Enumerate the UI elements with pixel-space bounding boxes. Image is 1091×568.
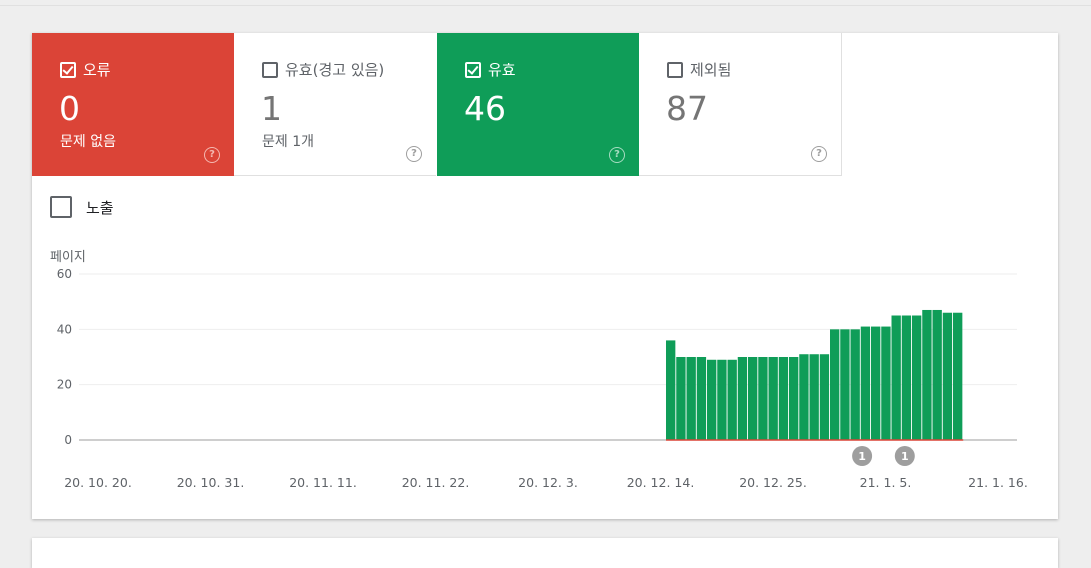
x-tick-label: 20. 12. 14. <box>627 475 695 490</box>
x-tick-label: 20. 11. 22. <box>402 475 470 490</box>
chart-bar[interactable] <box>912 315 922 441</box>
chart-bar[interactable] <box>819 354 830 440</box>
x-tick-label: 21. 1. 16. <box>968 475 1028 490</box>
chart-bar[interactable] <box>727 359 737 440</box>
y-tick-label: 20 <box>57 378 72 392</box>
chart-bar[interactable] <box>778 357 789 440</box>
x-tick-label: 20. 10. 31. <box>177 475 245 490</box>
chart-bar[interactable] <box>666 340 676 440</box>
next-card <box>32 538 1058 568</box>
y-tick-label: 40 <box>57 322 72 336</box>
coverage-card: 오류 0 문제 없음 ? 유효(경고 있음) 1 문제 1개 ? 유효 46 ?… <box>32 33 1058 519</box>
chart-bar[interactable] <box>799 354 809 440</box>
chart-bar[interactable] <box>717 359 727 440</box>
x-tick-label: 20. 11. 11. <box>289 475 357 490</box>
chart-bar[interactable] <box>758 357 768 440</box>
chart-bar[interactable] <box>881 326 891 440</box>
chart-bar[interactable] <box>942 312 953 440</box>
chart-bar[interactable] <box>748 357 758 440</box>
chart-bar[interactable] <box>707 359 717 440</box>
chart-bar[interactable] <box>922 309 932 440</box>
annotation-label: 1 <box>901 450 909 463</box>
y-tick-label: 0 <box>64 433 72 447</box>
chart-bar[interactable] <box>830 329 840 440</box>
chart-bar[interactable] <box>676 357 686 440</box>
annotation-label: 1 <box>858 450 866 463</box>
chart-bar[interactable] <box>840 329 850 440</box>
chart-bar[interactable] <box>686 357 696 440</box>
chart-bar[interactable] <box>953 312 963 440</box>
y-tick-label: 60 <box>57 267 72 281</box>
chart-bar[interactable] <box>696 357 707 440</box>
chart-bar[interactable] <box>932 309 942 440</box>
chart-bar[interactable] <box>891 315 901 441</box>
x-tick-label: 20. 12. 3. <box>518 475 578 490</box>
coverage-chart: 60 40 20 0 20. 10. 20. 20. 10. 31. 20. 11. 11.… <box>57 267 1028 490</box>
chart-bar[interactable] <box>850 329 860 440</box>
top-divider <box>0 5 1091 6</box>
x-tick-label: 21. 1. 5. <box>860 475 912 490</box>
x-tick-label: 20. 10. 20. <box>64 475 132 490</box>
chart-bar[interactable] <box>871 326 881 440</box>
chart-bar[interactable] <box>809 354 819 440</box>
chart-bar[interactable] <box>789 357 799 440</box>
chart-bar[interactable] <box>860 326 871 440</box>
chart-bar[interactable] <box>737 357 748 440</box>
x-tick-label: 20. 12. 25. <box>739 475 807 490</box>
chart-bar[interactable] <box>901 315 912 441</box>
chart-bar[interactable] <box>768 357 778 440</box>
